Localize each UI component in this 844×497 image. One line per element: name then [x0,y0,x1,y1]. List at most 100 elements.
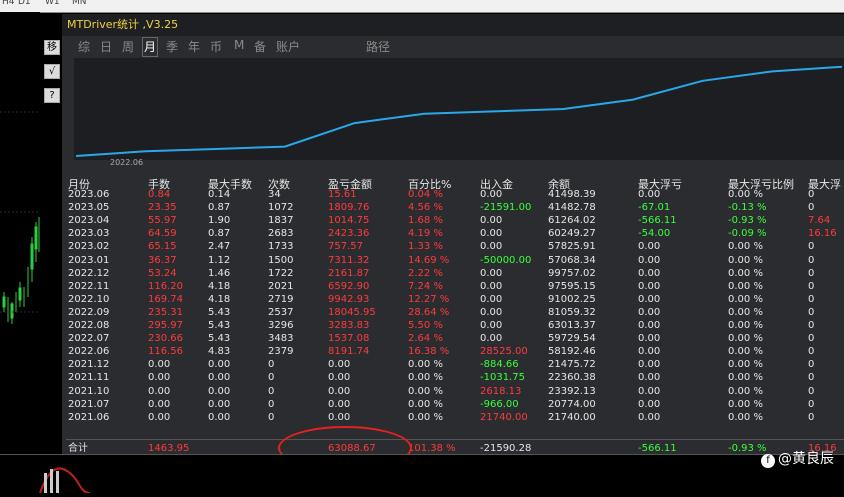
table-cell: 0.00 % [728,320,763,331]
tab-day[interactable]: 日 [100,38,112,55]
tab-currency[interactable]: 币 [210,38,222,55]
table-cell: 9942.93 [328,293,370,305]
table-cell: 2.47 [208,241,231,253]
table-cell: 1809.76 [328,202,370,214]
period-tabs: 综 日 周 月 季 年 币 M 备 账户 路径 [62,37,844,58]
tab-summary[interactable]: 综 [78,38,90,55]
table-cell: 4.19 % [408,228,443,240]
table-cell: 2023.02 [68,241,110,253]
table-cell: 2021.12 [68,359,110,371]
table-cell: 1072 [268,202,294,214]
tab-year[interactable]: 年 [188,38,200,55]
table-cell: 0.00 [328,359,351,371]
table-cell: 0.00 [328,372,351,384]
table-cell: 2683 [268,228,294,240]
table-cell: 0 [808,372,815,384]
help-button[interactable]: ? [44,88,60,103]
table-cell: -0.09 % [728,228,767,240]
table-cell: 1537.08 [328,333,370,345]
table-cell: 7311.32 [328,254,370,266]
table-cell: 2023.01 [68,254,110,266]
table-cell: 0 [808,320,815,331]
table-cell: 0.00 [638,254,661,266]
table-cell: 0 [268,411,275,423]
table-cell: 0.00 [208,385,231,397]
table-cell: 0.00 [208,359,231,371]
table-cell: 2023.05 [68,202,110,214]
table-cell: 0.00 [208,398,231,410]
table-cell: 0.00 [638,333,661,345]
table-cell: 0.00 % [728,306,763,318]
table-cell: 0 [808,306,815,318]
check-tool-button[interactable]: √ [44,64,60,79]
tab-month[interactable]: 月 [141,37,159,57]
table-cell: 0 [268,359,275,371]
tab-path[interactable]: 路径 [366,38,390,55]
table-cell: 0 [808,280,815,292]
table-cell: 21475.72 [548,359,596,371]
timeframe-mn[interactable]: MN [72,0,87,7]
table-cell: 0.00 [638,293,661,305]
table-cell: 0.00 % [408,359,443,371]
table-cell: 1500 [268,254,294,266]
table-cell: 0.00 % [728,189,763,200]
tab-backup[interactable]: 备 [254,38,266,55]
table-cell: 2022.08 [68,320,110,331]
move-tool-button[interactable]: 移 [44,40,60,55]
table-cell: 0.00 [480,189,503,200]
table-cell: 757.57 [328,241,363,253]
table-cell: 116.56 [148,346,183,358]
table-cell: -67.01 [638,202,671,214]
price-chart-area [0,12,40,452]
table-cell: 2021.11 [68,372,110,384]
table-cell: 0.00 [328,398,351,410]
table-cell: 65.15 [148,241,177,253]
table-cell: 0.00 [638,189,661,200]
table-cell: 0 [808,359,815,371]
table-cell: 0.00 % [728,372,763,384]
table-cell: 0.87 [208,228,231,240]
table-cell: 0 [808,333,815,345]
table-cell: 2023.06 [68,189,110,200]
table-cell: 0.00 [638,411,661,423]
table-cell: 2719 [268,293,294,305]
tab-m[interactable]: M [234,38,244,52]
table-cell: 0.00 [638,346,661,358]
table-cell: 3483 [268,333,294,345]
table-cell: 81059.32 [548,306,596,318]
table-cell: 0.00 [480,293,503,305]
table-cell: 2022.07 [68,333,110,345]
table-cell: 99757.02 [548,267,596,279]
table-cell: 2379 [268,346,294,358]
timeframe-w1[interactable]: W1 [45,0,60,7]
table-cell: 2537 [268,306,294,318]
table-cell: 0 [268,385,275,397]
tool-buttons: 移 √ ? [44,40,60,112]
table-cell: 12.27 % [408,293,450,305]
table-cell: 0.00 [638,280,661,292]
total-separator [66,439,844,440]
table-cell: -566.11 [638,215,677,227]
table-cell: 1.46 [208,267,231,279]
table-cell: 0.00 % [408,411,443,423]
table-cell: 0 [808,385,815,397]
tab-quarter[interactable]: 季 [166,38,178,55]
table-cell: 0 [808,267,815,279]
table-cell: 2022.12 [68,267,110,279]
table-cell: 0.00 % [728,346,763,358]
timeframe-toolbar: H4 D1 W1 MN [0,0,844,13]
tab-week[interactable]: 周 [122,38,134,55]
table-cell: 0.00 [208,411,231,423]
table-cell: 0.00 [480,280,503,292]
table-cell: 20774.00 [548,398,596,410]
tab-account[interactable]: 账户 [276,38,300,55]
table-cell: 0 [808,254,815,266]
table-cell: 0.00 [638,359,661,371]
table-cell: 5.43 [208,320,231,331]
table-cell: 36.37 [148,254,177,266]
table-cell: 0.00 [638,241,661,253]
table-cell: 2021.06 [68,411,110,423]
timeframe-d1[interactable]: D1 [18,0,31,7]
timeframe-h4[interactable]: H4 [2,0,15,7]
table-cell: 0.00 % [728,293,763,305]
